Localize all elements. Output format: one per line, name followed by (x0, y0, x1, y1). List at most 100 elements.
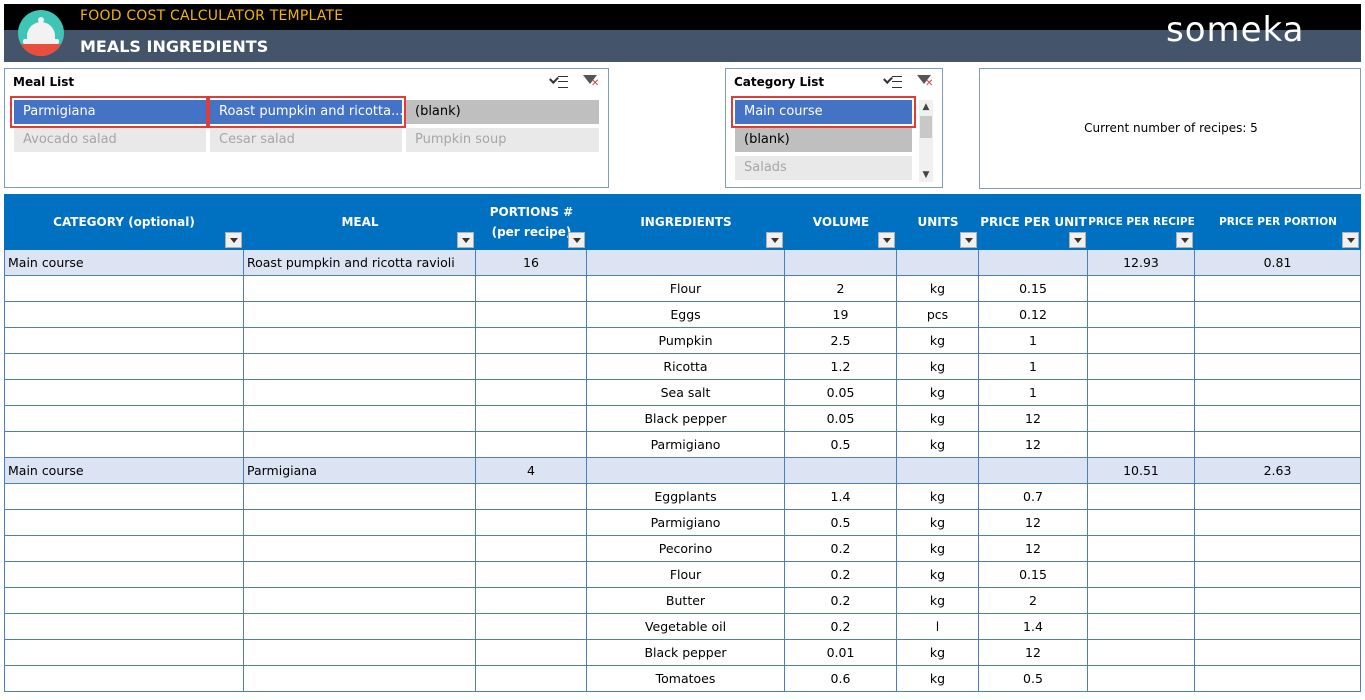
cell-category[interactable] (4, 666, 244, 692)
cell-category[interactable] (4, 302, 244, 328)
cell-price-per-recipe[interactable] (1088, 588, 1195, 614)
filter-dropdown-icon[interactable] (225, 232, 242, 248)
clear-filter-icon[interactable] (582, 73, 600, 91)
cell-meal[interactable] (244, 328, 476, 354)
cell-volume[interactable]: 0.5 (785, 432, 897, 458)
cell-price-per-unit[interactable]: 2 (979, 588, 1088, 614)
cell-price-per-recipe[interactable] (1088, 562, 1195, 588)
meal-slicer-item[interactable]: Parmigiana (10, 96, 210, 128)
cell-units[interactable]: kg (897, 666, 979, 692)
cell-volume[interactable]: 0.5 (785, 510, 897, 536)
cell-price-per-portion[interactable] (1195, 354, 1361, 380)
cell-price-per-recipe[interactable] (1088, 640, 1195, 666)
cell-price-per-portion[interactable] (1195, 562, 1361, 588)
cell-volume[interactable]: 2 (785, 276, 897, 302)
filter-dropdown-icon[interactable] (1176, 232, 1193, 248)
cell-price-per-portion[interactable] (1195, 666, 1361, 692)
cell-ingredient[interactable]: Flour (587, 276, 785, 302)
cell-portions[interactable] (476, 354, 587, 380)
cell-volume[interactable]: 0.2 (785, 614, 897, 640)
cell-price-per-unit[interactable]: 1 (979, 354, 1088, 380)
cell-volume[interactable]: 0.2 (785, 536, 897, 562)
cell-ingredient[interactable]: Black pepper (587, 640, 785, 666)
cell-category[interactable] (4, 588, 244, 614)
cell-ingredient[interactable]: Eggplants (587, 484, 785, 510)
cell-meal[interactable] (244, 640, 476, 666)
cell-price-per-unit[interactable]: 1 (979, 328, 1088, 354)
cell-meal[interactable]: Roast pumpkin and ricotta ravioli (244, 250, 476, 276)
cell-price-per-unit[interactable] (979, 458, 1088, 484)
cell-portions[interactable] (476, 614, 587, 640)
cell-volume[interactable]: 1.2 (785, 354, 897, 380)
cell-volume[interactable]: 0.2 (785, 562, 897, 588)
brand-logo[interactable]: someka (1166, 10, 1304, 50)
cell-ingredient[interactable]: Parmigiano (587, 432, 785, 458)
cell-price-per-recipe[interactable] (1088, 432, 1195, 458)
cell-price-per-recipe[interactable] (1088, 666, 1195, 692)
cell-price-per-unit[interactable]: 12 (979, 640, 1088, 666)
filter-dropdown-icon[interactable] (766, 232, 783, 248)
cell-volume[interactable]: 0.6 (785, 666, 897, 692)
multi-select-icon[interactable] (884, 73, 902, 91)
cell-category[interactable] (4, 510, 244, 536)
filter-dropdown-icon[interactable] (960, 232, 977, 248)
cell-price-per-recipe[interactable] (1088, 614, 1195, 640)
cell-meal[interactable] (244, 302, 476, 328)
cell-price-per-recipe[interactable] (1088, 536, 1195, 562)
cell-price-per-portion[interactable] (1195, 432, 1361, 458)
cell-meal[interactable] (244, 536, 476, 562)
cell-portions[interactable] (476, 640, 587, 666)
meal-slicer-item[interactable]: Avocado salad (14, 128, 206, 152)
cell-price-per-portion[interactable] (1195, 510, 1361, 536)
meal-slicer-item[interactable]: Pumpkin soup (406, 128, 599, 152)
scroll-up-icon[interactable]: ▲ (919, 100, 933, 114)
cell-meal[interactable] (244, 432, 476, 458)
cell-ingredient[interactable]: Black pepper (587, 406, 785, 432)
cell-price-per-unit[interactable]: 0.7 (979, 484, 1088, 510)
cell-units[interactable]: kg (897, 562, 979, 588)
filter-dropdown-icon[interactable] (878, 232, 895, 248)
cell-ingredient[interactable]: Tomatoes (587, 666, 785, 692)
cell-price-per-unit[interactable] (979, 250, 1088, 276)
cell-volume[interactable]: 1.4 (785, 484, 897, 510)
cell-portions[interactable] (476, 276, 587, 302)
cell-price-per-recipe[interactable] (1088, 510, 1195, 536)
cell-units[interactable]: kg (897, 588, 979, 614)
cell-units[interactable]: l (897, 614, 979, 640)
cell-volume[interactable]: 0.01 (785, 640, 897, 666)
category-slicer-item[interactable]: (blank) (735, 128, 912, 152)
cell-portions[interactable] (476, 328, 587, 354)
cell-meal[interactable] (244, 484, 476, 510)
cell-price-per-recipe[interactable] (1088, 276, 1195, 302)
cell-price-per-unit[interactable]: 0.5 (979, 666, 1088, 692)
cell-price-per-portion[interactable] (1195, 484, 1361, 510)
cell-units[interactable]: kg (897, 354, 979, 380)
cell-price-per-recipe[interactable] (1088, 406, 1195, 432)
cell-meal[interactable] (244, 666, 476, 692)
cell-price-per-unit[interactable]: 12 (979, 406, 1088, 432)
cell-portions[interactable]: 4 (476, 458, 587, 484)
scroll-down-icon[interactable]: ▼ (919, 168, 933, 182)
cell-meal[interactable]: Parmigiana (244, 458, 476, 484)
cell-price-per-recipe[interactable] (1088, 354, 1195, 380)
cell-ingredient[interactable]: Parmigiano (587, 510, 785, 536)
cell-price-per-portion[interactable]: 2.63 (1195, 458, 1361, 484)
scroll-thumb[interactable] (920, 116, 932, 138)
cell-price-per-recipe[interactable] (1088, 484, 1195, 510)
cell-price-per-recipe[interactable]: 12.93 (1088, 250, 1195, 276)
cell-category[interactable] (4, 354, 244, 380)
cell-ingredient[interactable]: Pumpkin (587, 328, 785, 354)
cell-units[interactable] (897, 458, 979, 484)
cell-units[interactable]: kg (897, 380, 979, 406)
cell-meal[interactable] (244, 380, 476, 406)
cell-portions[interactable] (476, 510, 587, 536)
clear-filter-icon[interactable] (916, 73, 934, 91)
cell-category[interactable] (4, 562, 244, 588)
cell-portions[interactable] (476, 588, 587, 614)
cell-ingredient[interactable]: Sea salt (587, 380, 785, 406)
cell-portions[interactable]: 16 (476, 250, 587, 276)
cell-price-per-unit[interactable]: 12 (979, 510, 1088, 536)
category-slicer-item[interactable]: Main course (731, 96, 916, 128)
cell-meal[interactable] (244, 614, 476, 640)
cell-units[interactable]: kg (897, 510, 979, 536)
